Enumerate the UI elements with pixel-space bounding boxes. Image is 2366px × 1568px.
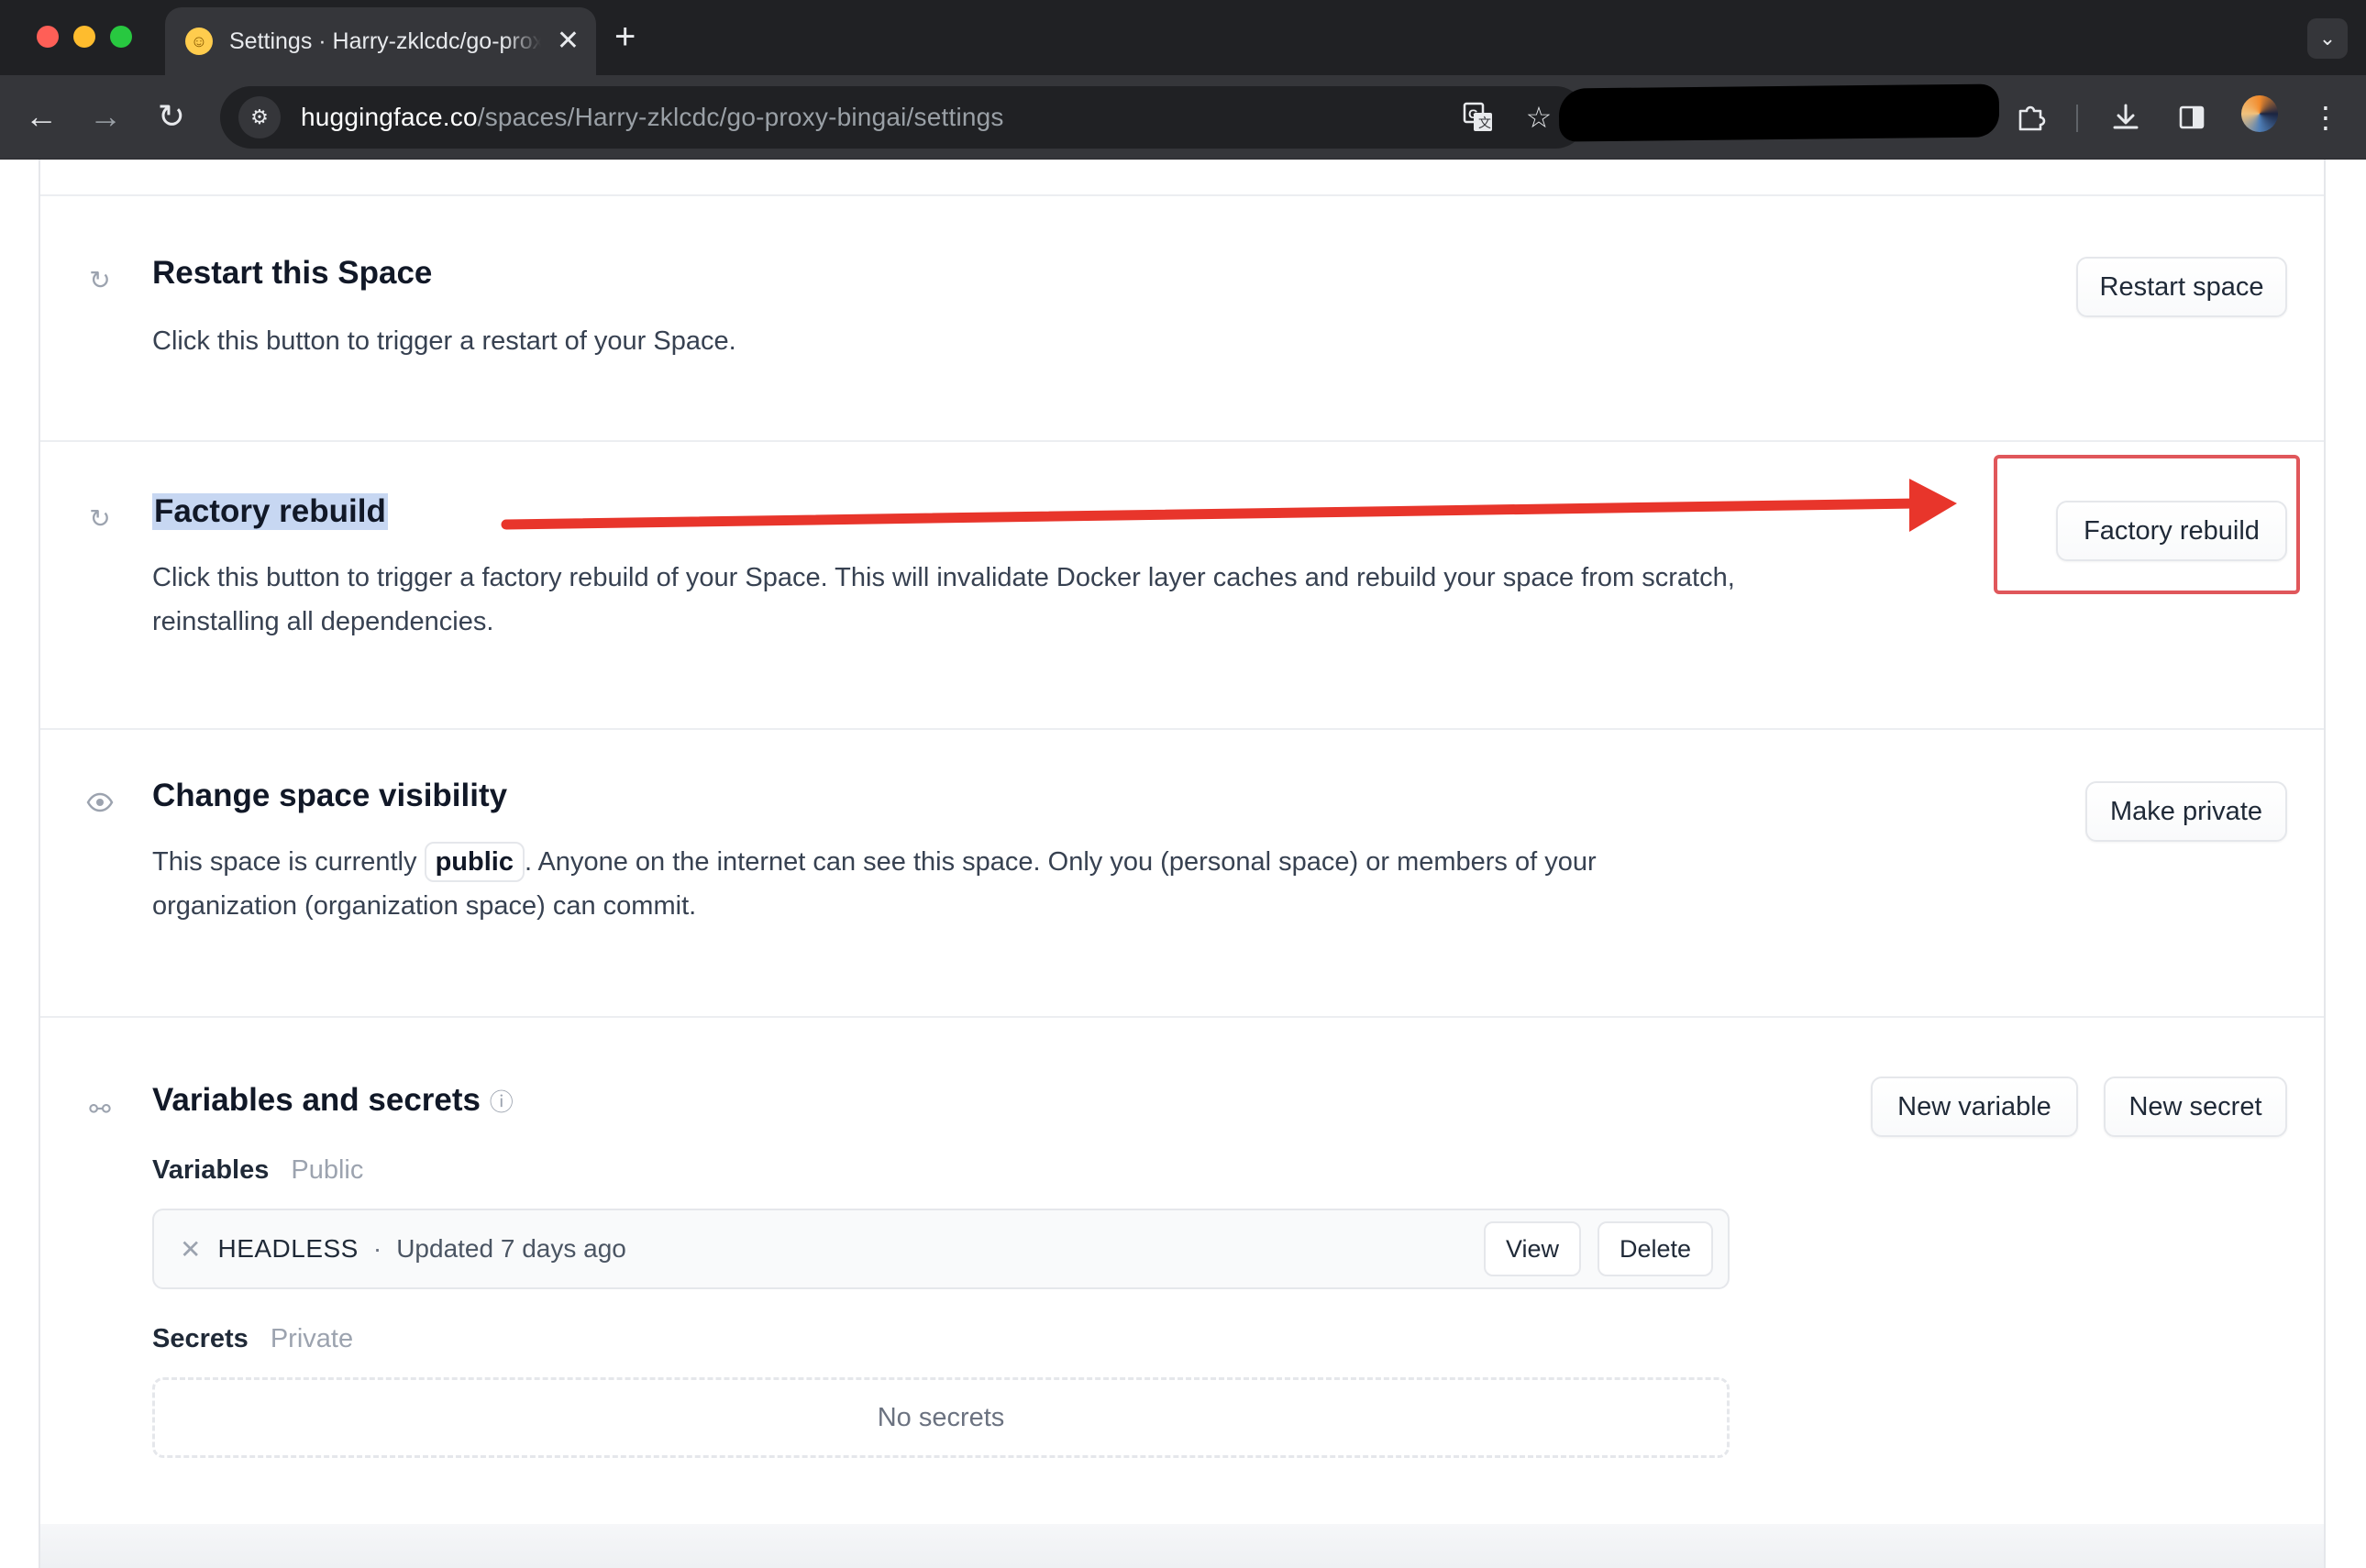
eye-icon	[86, 789, 114, 816]
toolbar-separator	[2076, 105, 2078, 132]
bookmark-star-icon[interactable]: ☆	[1519, 97, 1559, 138]
section-description: Click this button to trigger a restart o…	[152, 326, 736, 356]
factory-rebuild-section: ↻ Factory rebuild Click this button to t…	[40, 442, 2324, 730]
info-icon[interactable]: ⓘ	[490, 1088, 514, 1116]
next-section-edge	[40, 1524, 2324, 1568]
restart-space-section: ↻ Restart this Space Click this button t…	[40, 196, 2324, 442]
visibility-status-badge: public	[424, 842, 525, 882]
tab-close-icon[interactable]: ✕	[557, 28, 580, 55]
tab-search-chevron-icon[interactable]: ⌄	[2307, 18, 2348, 59]
visibility-section: Change space visibility This space is cu…	[40, 730, 2324, 1018]
secrets-empty-state: No secrets	[152, 1377, 1730, 1458]
more-menu-icon[interactable]: ⋮	[2304, 95, 2348, 139]
address-bar[interactable]: ⚙ huggingface.co/spaces/Harry-zklcdc/go-…	[220, 86, 1587, 149]
new-tab-button[interactable]: +	[614, 18, 636, 55]
section-title: Factory rebuild	[152, 493, 388, 530]
browser-titlebar: ☺ Settings · Harry-zklcdc/go-proxy-binga…	[0, 0, 2366, 75]
restart-icon: ↻	[89, 265, 111, 294]
secrets-heading: Secrets Private	[152, 1324, 354, 1353]
extensions-puzzle-icon[interactable]	[2008, 95, 2052, 139]
new-secret-button[interactable]: New secret	[2104, 1077, 2287, 1137]
variable-row: ✕ HEADLESS · Updated 7 days ago View Del…	[152, 1209, 1730, 1289]
restart-space-button[interactable]: Restart space	[2076, 257, 2287, 317]
section-title: Variables and secrets ⓘ	[152, 1082, 514, 1118]
section-description: Click this button to trigger a factory r…	[152, 563, 1735, 636]
view-variable-button[interactable]: View	[1483, 1221, 1581, 1276]
download-icon[interactable]	[2104, 95, 2148, 139]
forward-arrow-icon[interactable]: →	[83, 94, 128, 139]
url-text[interactable]: huggingface.co/spaces/Harry-zklcdc/go-pr…	[301, 103, 1004, 132]
huggingface-favicon-icon: ☺	[185, 28, 213, 55]
delete-variable-button[interactable]: Delete	[1597, 1221, 1713, 1276]
section-title: Restart this Space	[152, 255, 433, 291]
factory-rebuild-icon: ↻	[89, 503, 111, 533]
profile-avatar[interactable]	[2241, 95, 2278, 132]
redacted-extensions-area	[1558, 83, 2000, 142]
browser-toolbar: ← → ↻ ⚙ huggingface.co/spaces/Harry-zklc…	[0, 75, 2366, 160]
browser-tab-active[interactable]: ☺ Settings · Harry-zklcdc/go-proxy-binga…	[165, 7, 596, 75]
variables-icon: ⚯	[89, 1094, 111, 1123]
translate-icon[interactable]: G文	[1458, 97, 1498, 138]
back-arrow-icon[interactable]: ←	[18, 94, 64, 139]
window-minimize-button[interactable]	[73, 26, 95, 48]
svg-text:文: 文	[1478, 116, 1491, 130]
variables-heading: Variables Public	[152, 1155, 364, 1185]
window-close-button[interactable]	[37, 26, 59, 48]
side-panel-icon[interactable]	[2170, 95, 2214, 139]
variable-icon: ✕	[180, 1234, 202, 1264]
site-settings-icon[interactable]: ⚙	[238, 96, 281, 138]
variable-updated: Updated 7 days ago	[396, 1234, 626, 1263]
settings-page: ↻ Restart this Space Click this button t…	[39, 160, 2326, 1568]
separator-dot: ·	[372, 1234, 382, 1263]
svg-text:G: G	[1468, 106, 1478, 121]
variables-secrets-section: ⚯ Variables and secrets ⓘ New variable N…	[40, 1018, 2324, 1524]
annotation-highlight-box	[1994, 455, 2300, 594]
variable-name: HEADLESS	[217, 1234, 359, 1263]
section-description: This space is currently public. Anyone o…	[152, 840, 1748, 928]
make-private-button[interactable]: Make private	[2085, 781, 2287, 842]
new-variable-button[interactable]: New variable	[1871, 1077, 2078, 1137]
reload-icon[interactable]: ↻	[149, 94, 194, 139]
section-title: Change space visibility	[152, 778, 508, 813]
window-zoom-button[interactable]	[110, 26, 132, 48]
tab-title: Settings · Harry-zklcdc/go-proxy-bingai	[229, 28, 541, 54]
